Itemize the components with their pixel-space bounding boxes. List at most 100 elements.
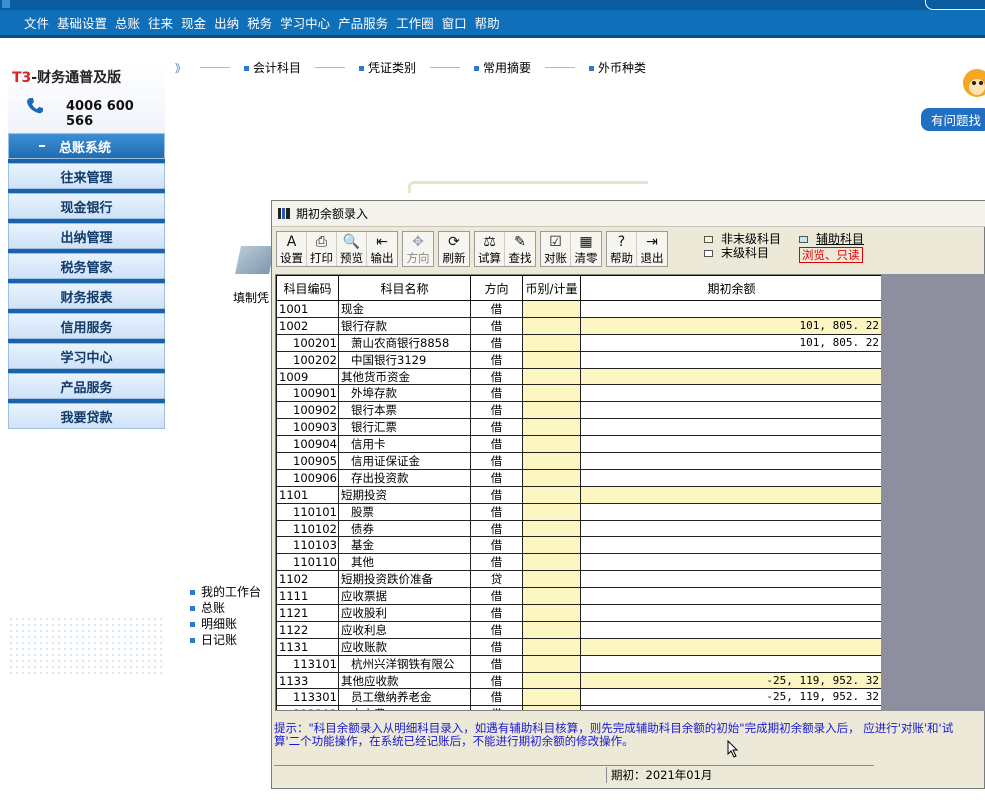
opening-balance-cell[interactable]	[580, 620, 883, 639]
export-button[interactable]: ⇤ 输出	[367, 232, 397, 266]
chevron-icon[interactable]: 》	[175, 60, 186, 76]
opening-balance-cell[interactable]	[580, 350, 883, 369]
opening-balance-cell[interactable]	[580, 300, 883, 318]
column-header-3[interactable]: 币别/计量	[522, 275, 581, 301]
clear-button[interactable]: ▦ 清零	[571, 232, 601, 266]
tree-item-0[interactable]: 我的工作台	[190, 584, 261, 600]
table-row[interactable]: 1101 短期投资借	[276, 485, 883, 504]
reconcile-button[interactable]: ☑ 对账	[541, 232, 571, 266]
opening-balance-cell[interactable]: 101, 805. 22	[580, 333, 883, 352]
menu-item-2[interactable]: 总账	[115, 13, 140, 32]
nav-item-4[interactable]: 税务管家	[8, 253, 165, 279]
nav-item-8[interactable]: 产品服务	[8, 373, 165, 399]
menu-item-0[interactable]: 文件	[24, 13, 49, 32]
window-controls[interactable]	[925, 0, 985, 10]
table-row[interactable]: 1001 现金借	[276, 300, 883, 318]
table-row[interactable]: 1002 银行存款借 101, 805. 22	[276, 316, 883, 335]
table-row[interactable]: 113302水电费借	[276, 705, 883, 710]
table-row[interactable]: 1131 应收账款借	[276, 637, 883, 656]
opening-balance-cell[interactable]	[580, 401, 883, 420]
nav-item-7[interactable]: 学习中心	[8, 343, 165, 369]
table-row[interactable]: 100902 银行本票借	[276, 401, 883, 420]
table-row[interactable]: 113301 员工缴纳养老金借 -25, 119, 952. 32	[276, 688, 883, 707]
menu-item-8[interactable]: 产品服务	[338, 13, 388, 32]
nav-item-1[interactable]: 往来管理	[8, 163, 165, 189]
quick-link-3[interactable]: 外币种类	[589, 59, 646, 76]
nav-item-6[interactable]: 信用服务	[8, 313, 165, 339]
opening-balance-cell[interactable]	[580, 502, 883, 521]
table-row[interactable]: 1111 应收票据借	[276, 587, 883, 606]
balance-grid[interactable]: 科目编码 科目名称 方向 币别/计量 期初余额 1001 现金借 1002 银行存款借 101,…	[275, 274, 884, 711]
opening-balance-cell	[580, 485, 883, 504]
find-button[interactable]: ✎ 查找	[505, 232, 535, 266]
tree-item-2[interactable]: 明细账	[190, 616, 261, 632]
column-header-4[interactable]: 期初余额	[580, 275, 883, 301]
table-row[interactable]: 1009 其他货币资金借	[276, 367, 883, 386]
table-row[interactable]: 113101 杭州兴洋钢铁有限公借	[276, 654, 883, 673]
table-row[interactable]: 110110 其他借	[276, 553, 883, 572]
opening-balance-cell[interactable]	[580, 536, 883, 555]
opening-balance-cell[interactable]	[580, 384, 883, 403]
opening-balance-cell[interactable]	[580, 452, 883, 470]
opening-balance-cell[interactable]: -25, 119, 952. 32	[580, 688, 883, 707]
opening-balance-cell[interactable]	[580, 604, 883, 622]
table-row[interactable]: 110101 股票借	[276, 502, 883, 521]
nav-item-2[interactable]: 现金银行	[8, 193, 165, 219]
quick-link-2[interactable]: 常用摘要	[474, 59, 531, 76]
menu-item-7[interactable]: 学习中心	[280, 13, 330, 32]
account-code-cell: 113301	[276, 688, 339, 707]
opening-balance-cell[interactable]	[580, 587, 883, 606]
opening-balance-cell[interactable]	[580, 468, 883, 487]
opening-balance-cell[interactable]	[580, 654, 883, 673]
menu-item-6[interactable]: 税务	[247, 13, 272, 32]
nav-item-9[interactable]: 我要贷款	[8, 403, 165, 429]
tree-item-3[interactable]: 日记账	[190, 632, 261, 648]
table-row[interactable]: 100904 信用卡借	[276, 435, 883, 454]
nav-item-5[interactable]: 财务报表	[8, 283, 165, 309]
menu-item-1[interactable]: 基础设置	[57, 13, 107, 32]
opening-balance-cell[interactable]	[580, 418, 883, 437]
quick-link-1[interactable]: 凭证类别	[359, 59, 416, 76]
exit-button[interactable]: ⇥ 退出	[637, 232, 667, 266]
table-row[interactable]: 1102 短期投资跌价准备贷	[276, 570, 883, 589]
menu-item-4[interactable]: 现金	[181, 13, 206, 32]
voucher-icon[interactable]	[235, 246, 275, 274]
table-row[interactable]: 1122 应收利息借	[276, 620, 883, 639]
help-button[interactable]: ? 帮助	[607, 232, 637, 266]
table-row[interactable]: 110102 债券借	[276, 519, 883, 538]
table-row[interactable]: 100901 外埠存款借	[276, 384, 883, 403]
table-row[interactable]: 1133 其他应收款借 -25, 119, 952. 32	[276, 671, 883, 690]
menu-item-11[interactable]: 帮助	[475, 13, 500, 32]
print-button[interactable]: ⎙ 打印	[307, 232, 337, 266]
table-row[interactable]: 100202 中国银行3129 借	[276, 350, 883, 369]
refresh-button[interactable]: ⟳ 刷新	[439, 232, 469, 266]
nav-item-0[interactable]: 总账系统	[8, 133, 165, 159]
column-header-2[interactable]: 方向	[470, 275, 523, 301]
opening-balance-cell[interactable]	[580, 705, 883, 710]
opening-balance-cell[interactable]	[580, 553, 883, 572]
column-header-1[interactable]: 科目名称	[338, 275, 471, 301]
table-row[interactable]: 100201 萧山农商银行8858 借 101, 805. 22	[276, 333, 883, 352]
menu-item-10[interactable]: 窗口	[442, 13, 467, 32]
fill-voucher-label[interactable]: 填制凭	[233, 289, 269, 306]
setup-button[interactable]: A 设置	[277, 232, 307, 266]
opening-balance-cell[interactable]	[580, 435, 883, 454]
opening-balance-cell[interactable]	[580, 519, 883, 538]
menu-item-5[interactable]: 出纳	[214, 13, 239, 32]
nav-item-3[interactable]: 出纳管理	[8, 223, 165, 249]
quick-link-0[interactable]: 会计科目	[244, 59, 301, 76]
table-row[interactable]: 100905 信用证保证金借	[276, 452, 883, 470]
column-header-0[interactable]: 科目编码	[276, 275, 339, 301]
tree-item-1[interactable]: 总账	[190, 600, 261, 616]
preview-button[interactable]: 🔍 预览	[337, 232, 367, 266]
table-row[interactable]: 100903 银行汇票借	[276, 418, 883, 437]
menu-item-9[interactable]: 工作圈	[396, 13, 434, 32]
help-button[interactable]: 有问题找	[920, 108, 985, 131]
opening-balance-cell[interactable]	[580, 570, 883, 589]
trial-button[interactable]: ⚖ 试算	[475, 232, 505, 266]
menu-item-3[interactable]: 往来	[148, 13, 173, 32]
toolbar-group-1: ✥ 方向	[402, 231, 434, 267]
table-row[interactable]: 1121 应收股利借	[276, 604, 883, 622]
table-row[interactable]: 110103 基金借	[276, 536, 883, 555]
table-row[interactable]: 100906 存出投资款借	[276, 468, 883, 487]
